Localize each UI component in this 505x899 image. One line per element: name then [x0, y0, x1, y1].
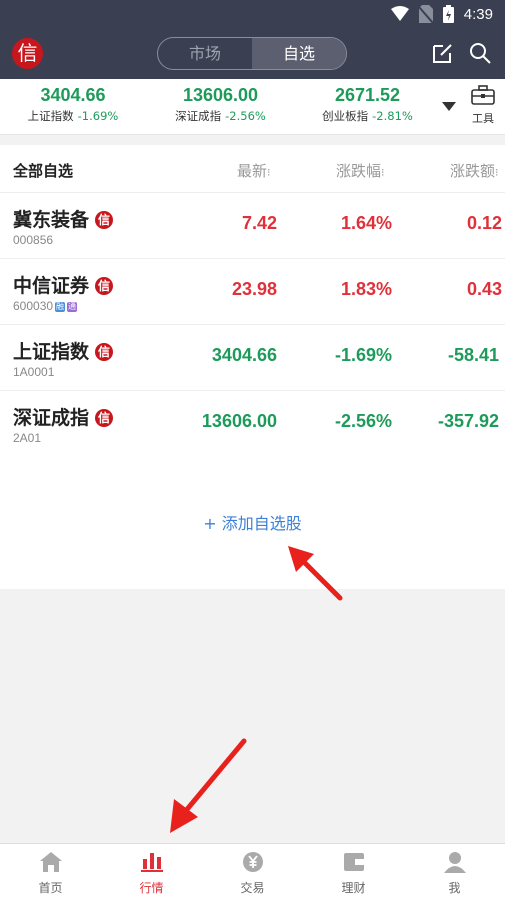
- stock-code: 1A0001: [13, 365, 55, 379]
- no-sim-icon: [418, 5, 433, 23]
- index-value: 2671.52: [334, 85, 401, 105]
- stock-name: 深证成指: [13, 407, 90, 429]
- sort-latest[interactable]: 最新⁝: [237, 160, 271, 181]
- change-amt: 0.43: [467, 279, 503, 299]
- tab-label: 交易: [240, 881, 265, 895]
- index-change: -1.69%: [77, 109, 119, 123]
- edit-icon[interactable]: [432, 42, 454, 64]
- chart-icon: [140, 853, 163, 872]
- stock-code: 2A01: [13, 431, 42, 445]
- xin-badge-icon: 信: [95, 343, 114, 361]
- status-bar: 4:39: [0, 0, 505, 30]
- latest-price: 7.42: [241, 213, 277, 233]
- index-name: 上证指数: [27, 109, 74, 123]
- tab-finance[interactable]: 理财: [303, 844, 404, 899]
- wallet-icon: [343, 853, 364, 871]
- latest-price: 3404.66: [211, 345, 277, 365]
- status-time: 4:39: [463, 5, 493, 23]
- index-dropdown-icon[interactable]: [442, 102, 456, 111]
- index-change: -2.81%: [372, 109, 413, 123]
- tab-me[interactable]: 我: [404, 844, 505, 899]
- search-icon[interactable]: [469, 42, 491, 64]
- change-amt: -357.92: [438, 411, 500, 431]
- watchlist: 全部自选 最新⁝ 涨跌幅⁝ 涨跌额⁝ 冀东装备信 000856 7.42 1.6…: [0, 145, 505, 589]
- change-pct: 1.83%: [340, 279, 392, 299]
- wifi-icon: [390, 6, 409, 21]
- tab-label: 首页: [38, 881, 63, 895]
- app-logo: 信: [12, 38, 43, 69]
- annotation-arrow: [170, 738, 247, 833]
- stock-name: 冀东装备: [13, 209, 90, 231]
- index-change: -2.56%: [225, 109, 266, 123]
- sort-change-amt[interactable]: 涨跌额⁝: [450, 160, 499, 181]
- bottom-tabbar: 首页 行情 交易 理财 我: [0, 843, 505, 899]
- tab-home[interactable]: 首页: [0, 844, 101, 899]
- tools-label: 工具: [472, 112, 494, 125]
- add-watchlist-link[interactable]: + 添加自选股: [0, 510, 505, 534]
- index-name: 深证成指: [175, 109, 222, 123]
- tools-button[interactable]: 工具: [468, 85, 498, 126]
- tab-label: 行情: [139, 881, 164, 895]
- change-amt: 0.12: [467, 213, 503, 233]
- home-icon: [39, 852, 62, 872]
- index-strip: 3404.66 上证指数 -1.69% 13606.00 深证成指 -2.56% 2…: [0, 79, 505, 135]
- connect-tag-icon: 通: [67, 302, 78, 312]
- stock-name: 中信证券: [13, 275, 90, 297]
- index-item[interactable]: 3404.66 上证指数 -1.69%: [18, 85, 128, 124]
- yen-icon: [242, 852, 263, 872]
- table-row[interactable]: 中信证券信 600030 融通 23.98 1.83% 0.43: [0, 259, 505, 325]
- index-value: 13606.00: [182, 85, 259, 105]
- change-pct: -1.69%: [334, 345, 392, 365]
- segment-control: 市场 自选: [157, 37, 347, 70]
- stock-code: 600030: [13, 299, 54, 313]
- battery-icon: [442, 5, 454, 23]
- list-header: 全部自选 最新⁝ 涨跌幅⁝ 涨跌额⁝: [0, 145, 505, 193]
- stock-name: 上证指数: [13, 341, 90, 363]
- xin-badge-icon: 信: [95, 277, 114, 295]
- change-pct: -2.56%: [334, 411, 392, 431]
- toolbox-icon: [471, 85, 495, 105]
- xin-badge-icon: 信: [95, 409, 114, 427]
- margin-tag-icon: 融: [55, 302, 66, 312]
- latest-price: 13606.00: [201, 411, 277, 431]
- table-row[interactable]: 冀东装备信 000856 7.42 1.64% 0.12: [0, 193, 505, 259]
- list-title: 全部自选: [13, 162, 74, 180]
- change-pct: 1.64%: [340, 213, 392, 233]
- table-row[interactable]: 深证成指信 2A01 13606.00 -2.56% -357.92: [0, 391, 505, 457]
- table-row[interactable]: 上证指数信 1A0001 3404.66 -1.69% -58.41: [0, 325, 505, 391]
- tab-label: 我: [448, 881, 461, 895]
- tab-watchlist[interactable]: 自选: [252, 38, 346, 69]
- index-name: 创业板指: [322, 109, 369, 123]
- tab-label: 理财: [341, 881, 366, 895]
- tab-market-quotes[interactable]: 行情: [101, 844, 202, 899]
- tab-market[interactable]: 市场: [158, 38, 252, 69]
- index-item[interactable]: 2671.52 创业板指 -2.81%: [310, 85, 425, 124]
- user-icon: [443, 852, 466, 873]
- xin-badge-icon: 信: [95, 211, 114, 229]
- sort-change-pct[interactable]: 涨跌幅⁝: [336, 160, 385, 181]
- index-value: 3404.66: [40, 85, 106, 105]
- index-item[interactable]: 13606.00 深证成指 -2.56%: [163, 85, 278, 124]
- stock-code: 000856: [13, 233, 54, 247]
- latest-price: 23.98: [231, 279, 277, 299]
- tab-trade[interactable]: 交易: [202, 844, 303, 899]
- app-header: 信 市场 自选: [0, 30, 505, 79]
- change-amt: -58.41: [448, 345, 500, 365]
